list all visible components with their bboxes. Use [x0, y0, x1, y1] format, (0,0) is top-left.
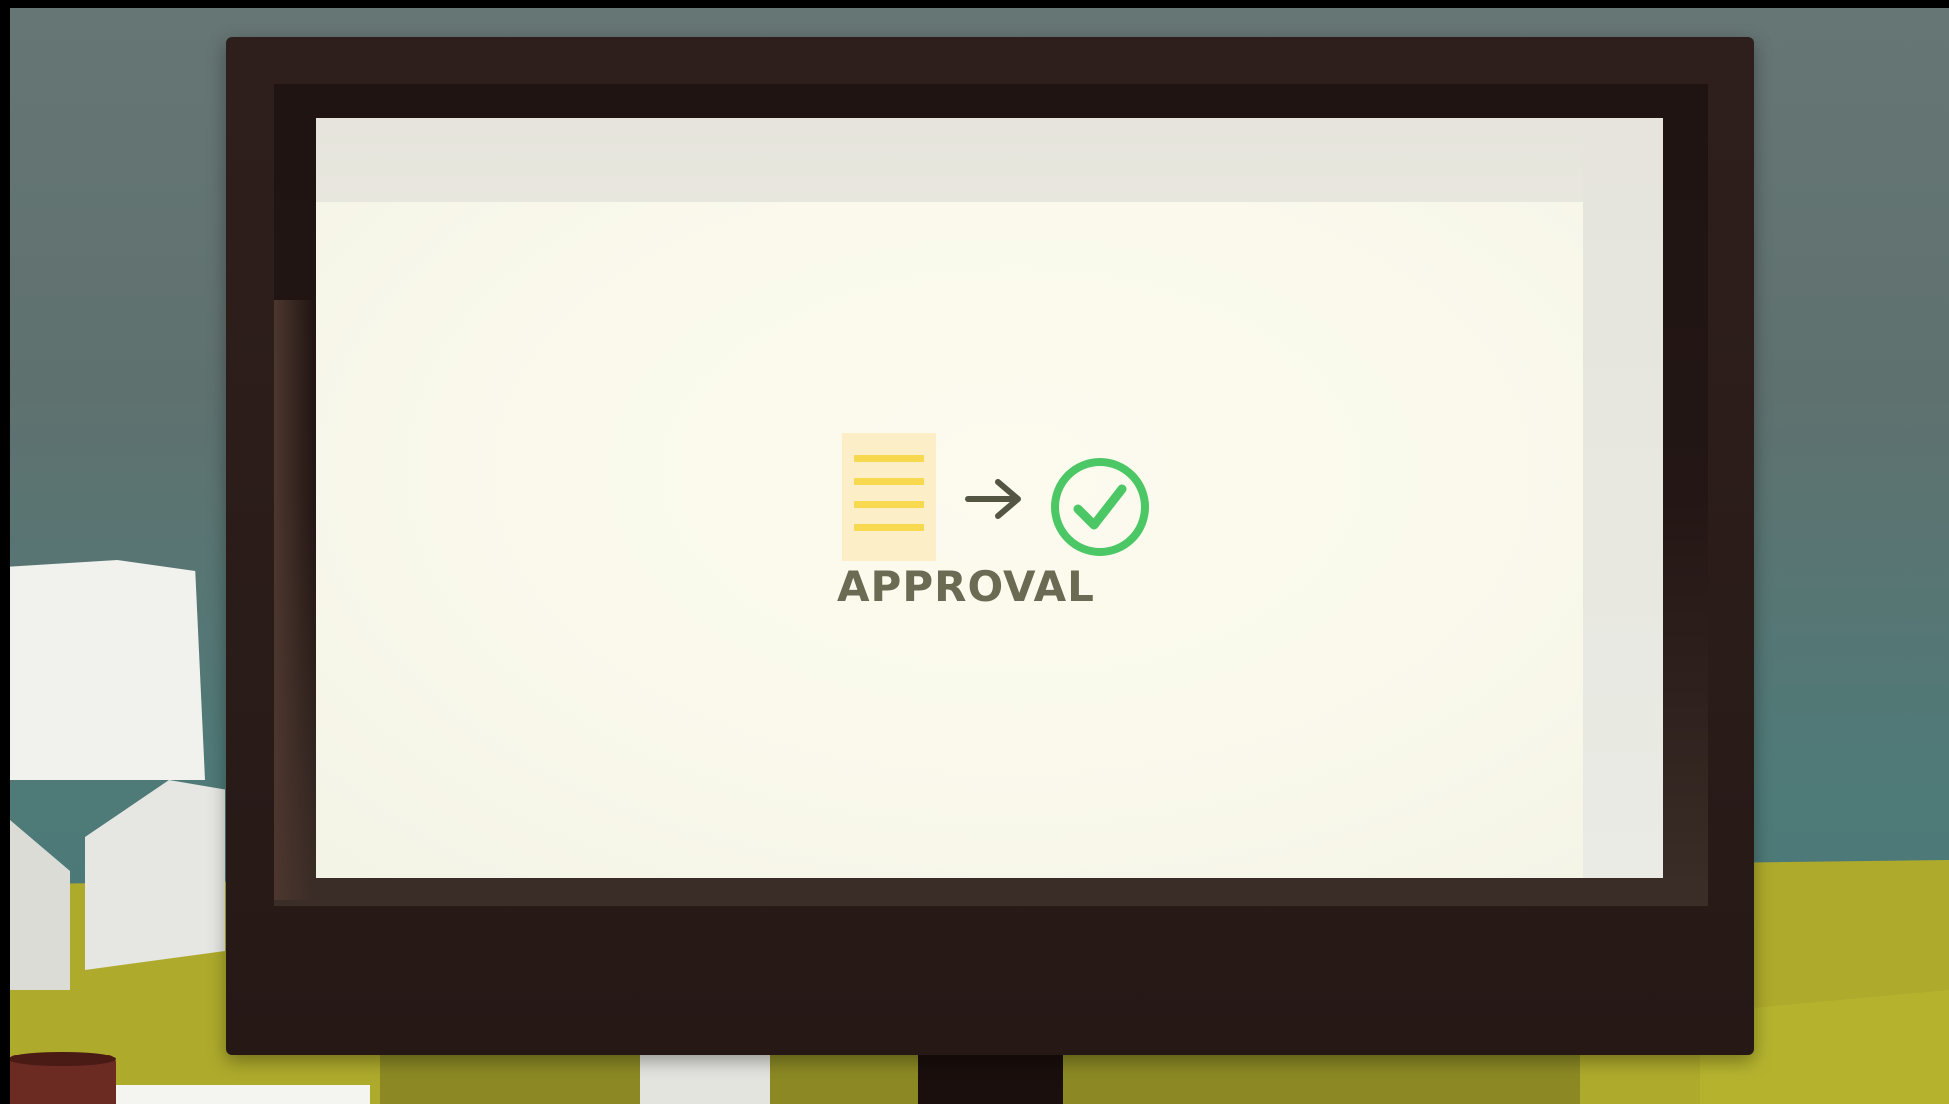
screen-right-band	[1583, 118, 1663, 878]
screen-top-band	[316, 118, 1663, 202]
monitor-screen: APPROVAL	[316, 118, 1663, 878]
document-line	[854, 478, 924, 485]
screen-title: APPROVAL	[837, 562, 1095, 611]
screen-content: APPROVAL	[316, 202, 1583, 878]
cup-rim	[8, 1052, 116, 1066]
checkmark-circle-icon	[1051, 458, 1149, 556]
paper-sheet-bottom	[110, 1085, 370, 1104]
paper-stack-front	[85, 780, 225, 970]
document-line	[854, 455, 924, 462]
monitor-stand	[918, 1050, 1063, 1104]
document-icon	[842, 433, 936, 561]
arrow-right-icon	[965, 479, 1021, 519]
document-line	[854, 524, 924, 531]
document-line	[854, 501, 924, 508]
letterbox-left	[0, 0, 10, 1104]
paper-stack-side	[10, 820, 70, 990]
paper-stack-back	[10, 560, 205, 780]
bezel-glow	[274, 300, 314, 900]
game-scene: APPROVAL	[0, 0, 1949, 1104]
paper-sheet	[640, 1055, 770, 1104]
letterbox-top	[0, 0, 1949, 8]
